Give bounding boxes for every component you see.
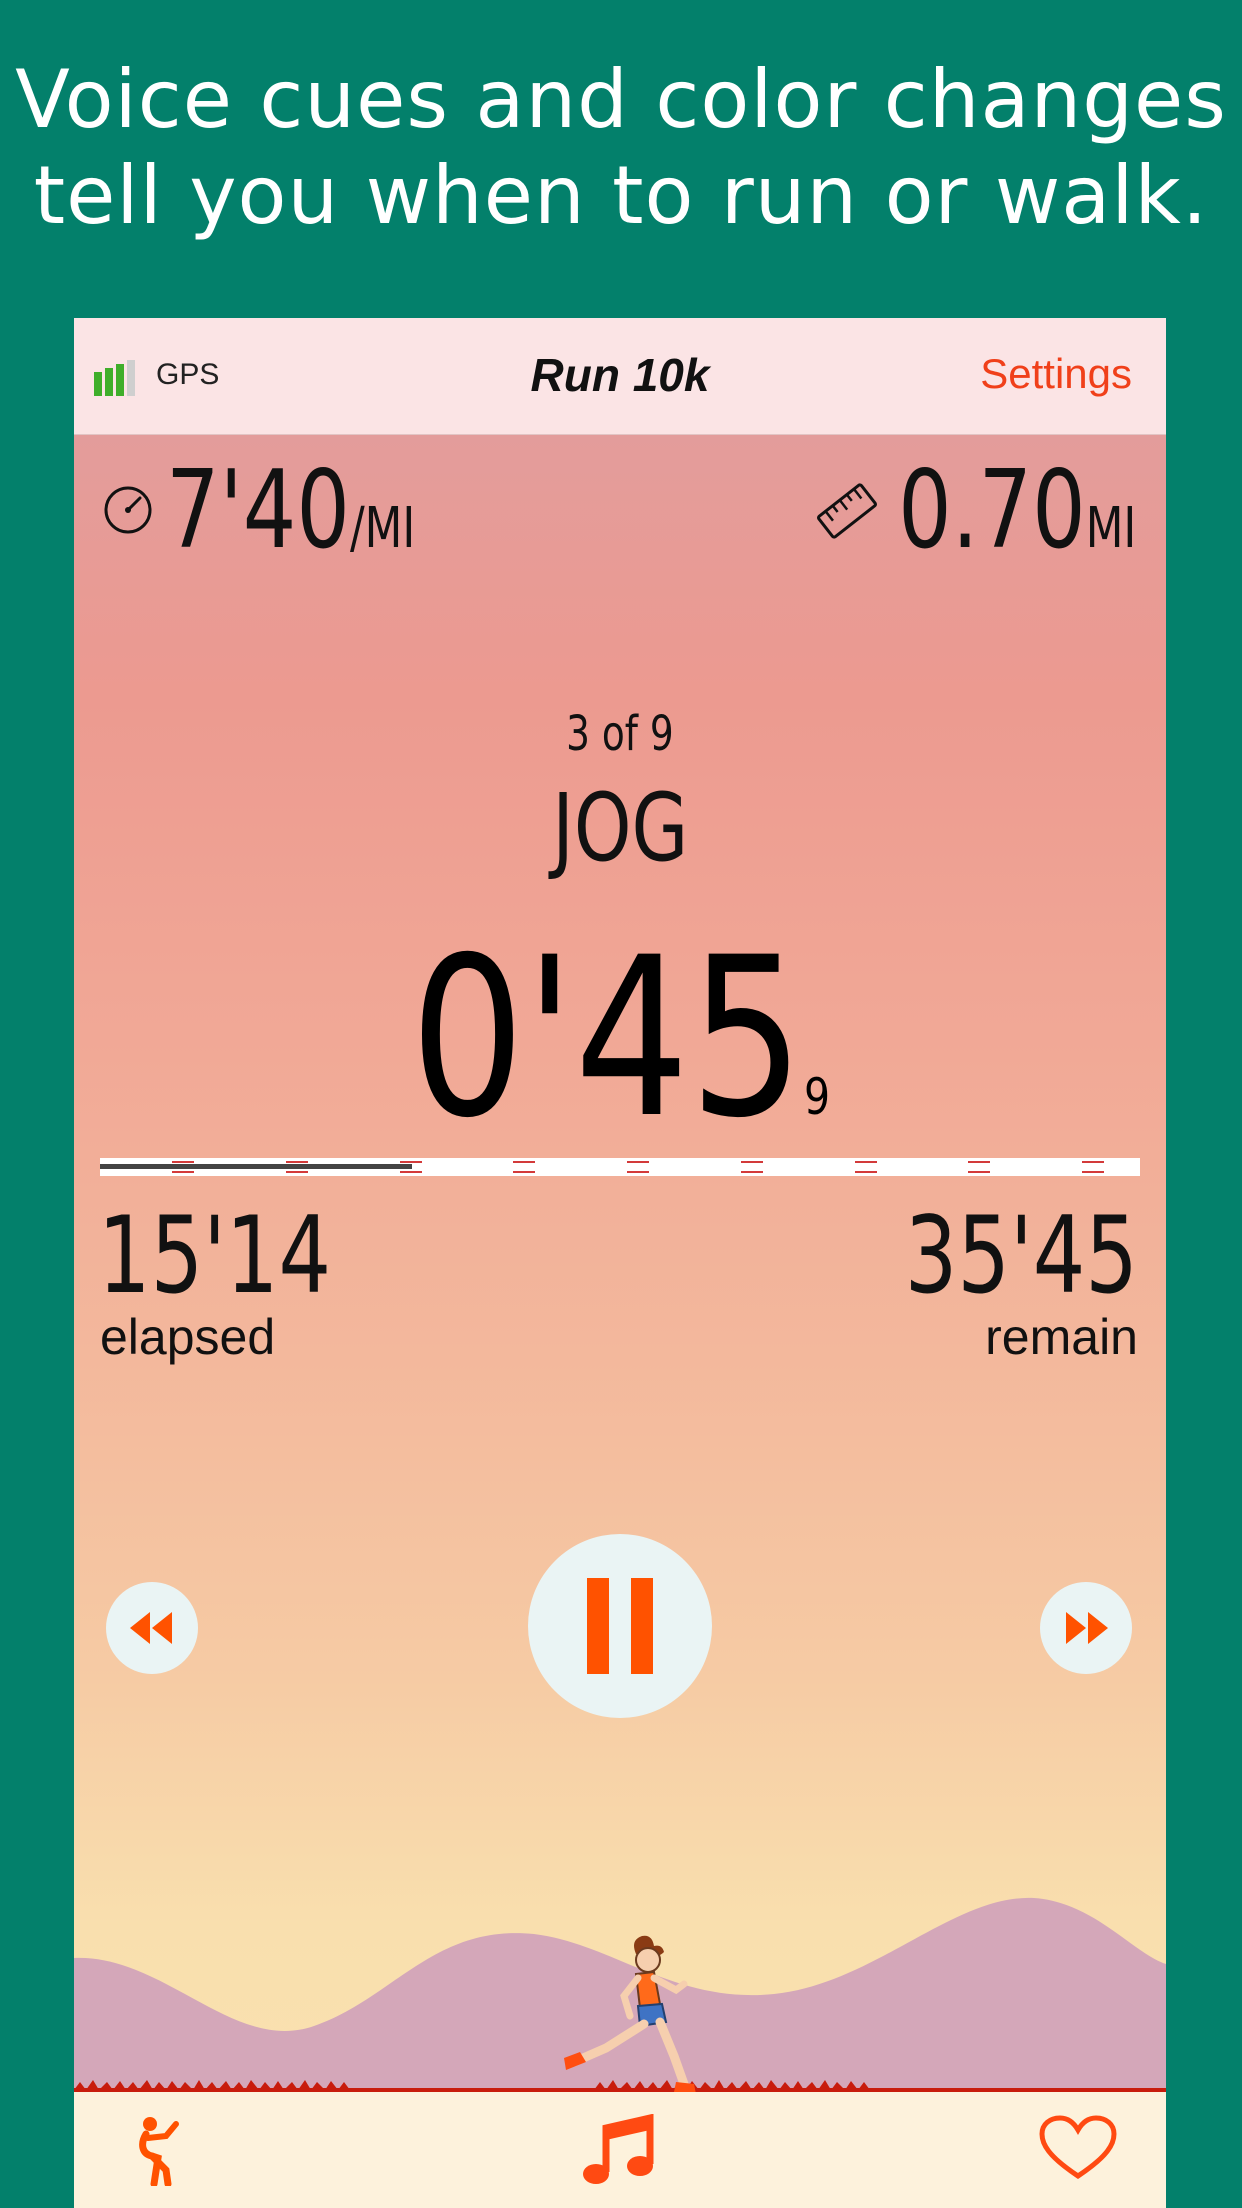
settings-button[interactable]: Settings xyxy=(980,350,1132,398)
progress-segment-marker xyxy=(513,1161,535,1173)
progress-segment-marker xyxy=(400,1161,422,1173)
remain-label: remain xyxy=(985,1309,1138,1365)
app-screen: GPS Run 10k Settings 7'40/MI 0.70MI 3 of… xyxy=(74,318,1166,2208)
rewind-icon xyxy=(130,1612,172,1644)
interval-timer: 0'459 xyxy=(74,918,1166,1158)
navigation-bar: GPS Run 10k Settings xyxy=(74,318,1166,435)
elapsed-time: 15'14 xyxy=(98,1194,332,1317)
progress-fill xyxy=(100,1164,412,1169)
stretching-figure-icon[interactable] xyxy=(136,2114,186,2186)
pace-unit: /MI xyxy=(349,496,416,561)
heart-icon[interactable] xyxy=(1038,2114,1118,2182)
distance-readout: 0.70MI xyxy=(898,446,1136,576)
progress-segment-marker xyxy=(741,1161,763,1173)
headline-line-1: Voice cues and color changes xyxy=(15,53,1227,146)
rewind-button[interactable] xyxy=(106,1582,198,1674)
pause-icon xyxy=(587,1578,653,1674)
tab-bar xyxy=(74,2092,1166,2208)
running-scene-illustration xyxy=(74,1897,1166,2110)
distance-unit: MI xyxy=(1085,496,1136,561)
pace-value: 7'40 xyxy=(166,448,350,573)
interval-counter: 3 of 9 xyxy=(74,706,1166,762)
interval-time: 0'45 xyxy=(409,910,804,1166)
progress-segment-marker xyxy=(627,1161,649,1173)
music-note-icon[interactable] xyxy=(582,2114,658,2190)
remaining-time: 35'45 xyxy=(904,1194,1138,1317)
fast-forward-button[interactable] xyxy=(1040,1582,1132,1674)
interval-count-text: 3 of 9 xyxy=(566,706,674,762)
interval-name-text: JOG xyxy=(551,774,689,883)
ruler-icon xyxy=(817,483,877,539)
elapsed-label: elapsed xyxy=(100,1309,276,1365)
distance-value: 0.70 xyxy=(897,448,1086,573)
speedometer-icon xyxy=(104,486,152,534)
hills xyxy=(74,1897,1166,2110)
workout-progress-bar xyxy=(100,1158,1140,1176)
pause-button[interactable] xyxy=(528,1534,712,1718)
headline-line-2: tell you when to run or walk. xyxy=(33,149,1209,242)
progress-segment-marker xyxy=(286,1161,308,1173)
progress-segment-marker xyxy=(968,1161,990,1173)
promo-headline: Voice cues and color changes tell you wh… xyxy=(0,52,1242,244)
pace-readout: 7'40/MI xyxy=(166,446,415,576)
progress-segment-marker xyxy=(855,1161,877,1173)
fast-forward-icon xyxy=(1066,1612,1108,1644)
progress-segment-marker xyxy=(172,1161,194,1173)
interval-name: JOG xyxy=(74,774,1166,883)
progress-segment-marker xyxy=(1082,1161,1104,1173)
interval-tenths: 9 xyxy=(803,1068,830,1126)
